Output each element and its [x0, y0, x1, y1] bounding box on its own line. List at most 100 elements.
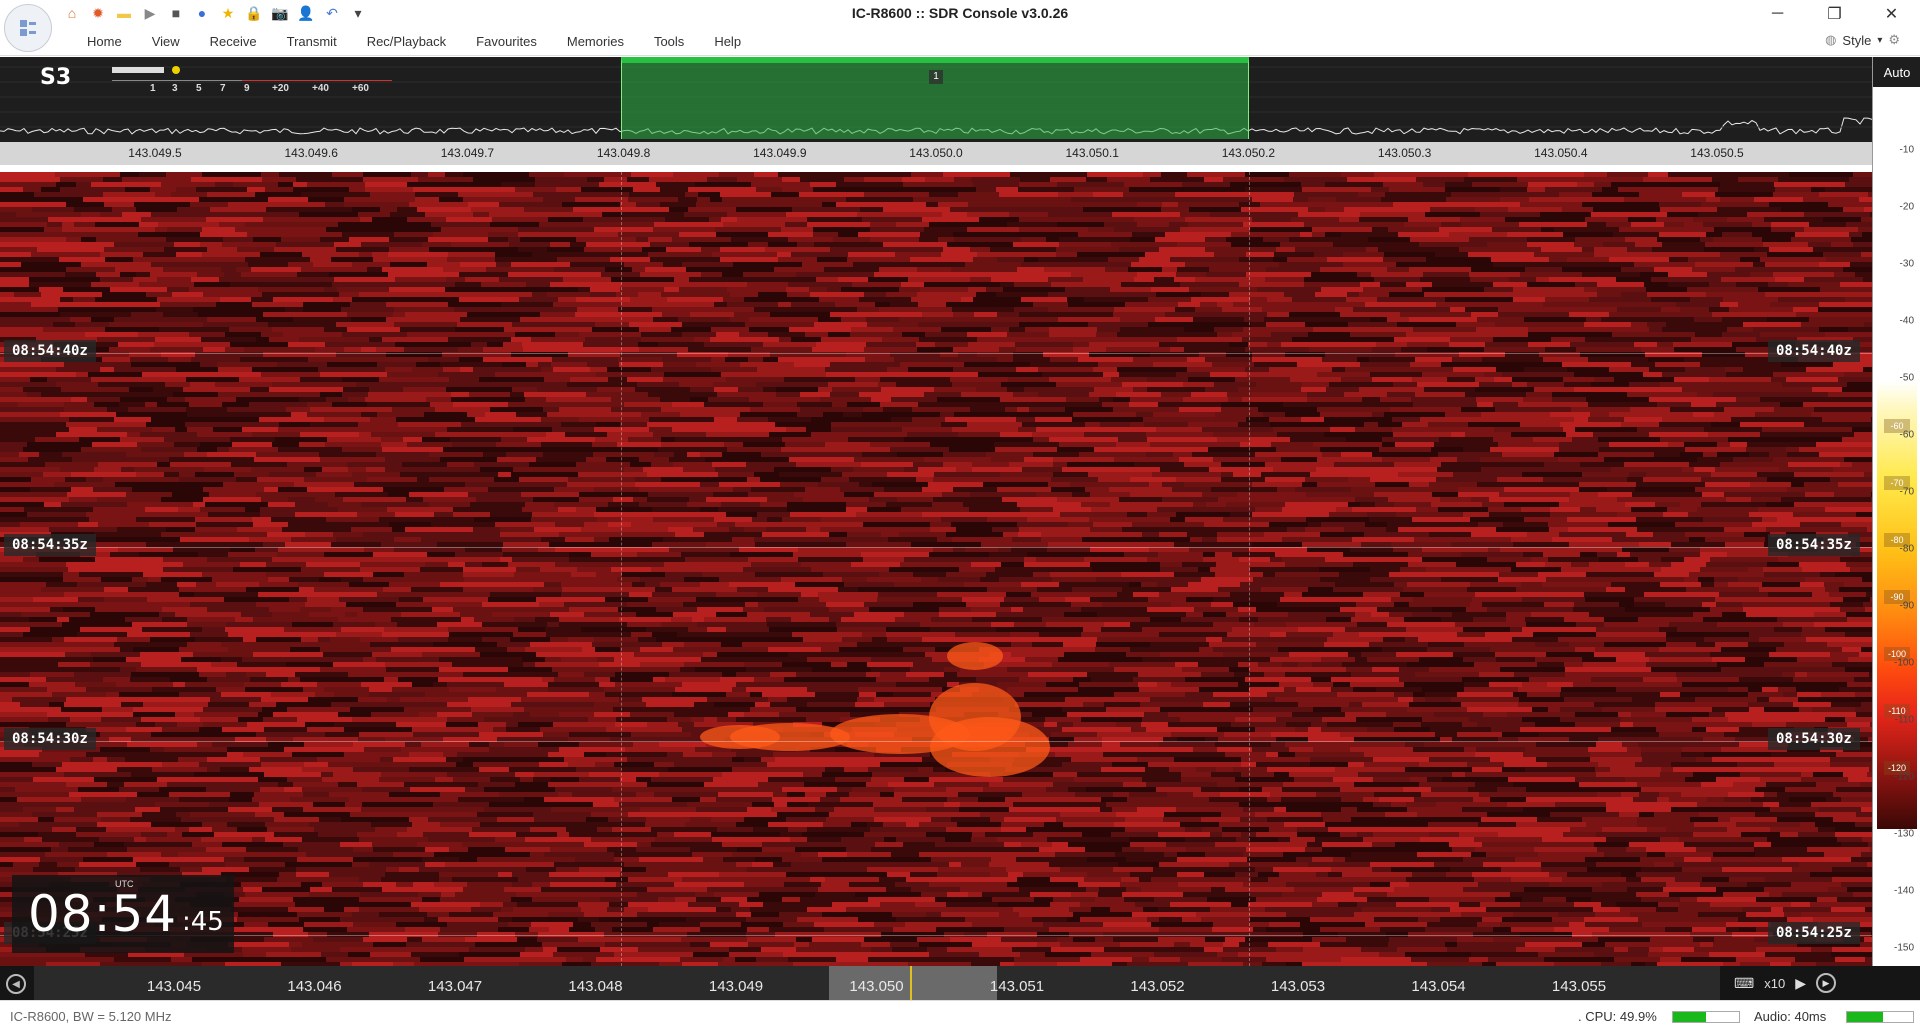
scroll-right-button[interactable]: ▶ [1815, 973, 1836, 993]
minimize-button[interactable]: ─ [1749, 0, 1806, 28]
level-tick: -110 [1894, 714, 1914, 726]
camera-icon[interactable]: 📷 [270, 3, 290, 23]
clock-hours-minutes: 08:54 [28, 885, 178, 943]
settings-gear-icon[interactable]: ⚙ [1888, 32, 1900, 48]
utc-clock: UTC 08:54:45 [12, 875, 234, 953]
zoom-level[interactable]: x10 [1764, 976, 1785, 991]
s-meter-reading: S3 [40, 65, 72, 90]
spectrum-frequency-label: 143.050.1 [1065, 146, 1119, 160]
cpu-meter-fill [1673, 1012, 1706, 1022]
menu-home[interactable]: Home [72, 34, 137, 49]
time-tag-right: 08:54:30z [1768, 728, 1860, 750]
menu-receive[interactable]: Receive [195, 34, 272, 49]
frequency-label: 143.050 [849, 978, 904, 995]
time-grid-line [0, 547, 1872, 548]
menu-tools[interactable]: Tools [639, 34, 699, 49]
s-meter-tick: +40 [312, 83, 329, 94]
keyboard-icon[interactable]: ⌨ [1734, 975, 1754, 992]
zoom-right-arrow-icon[interactable]: ▶ [1795, 975, 1806, 992]
menu-view[interactable]: View [137, 34, 195, 49]
spectrum-display[interactable]: S3 1 3 5 7 9 +20 +40 +60 1 143.049.5 143.049.6 14… [0, 57, 1872, 165]
s-meter-tick: 9 [244, 83, 250, 94]
frequency-bar: ◀ 143.045 143.046 143.047 143.048 143.049 143… [0, 966, 1920, 1000]
scroll-left-button[interactable]: ◀ [6, 974, 26, 994]
style-menu[interactable]: ◍ Style ▾ ⚙ [1825, 32, 1900, 48]
level-tick: -100 [1893, 657, 1914, 669]
user-icon[interactable]: 👤 [296, 3, 316, 23]
spectrum-frequency-label: 143.050.5 [1690, 146, 1744, 160]
s-meter-bar [112, 67, 164, 73]
app-menu-orb[interactable] [4, 4, 52, 52]
style-label: Style [1842, 32, 1872, 48]
restore-button[interactable]: ❐ [1806, 0, 1863, 28]
customize-icon[interactable]: ▾ [348, 3, 368, 23]
frequency-track[interactable]: 143.045 143.046 143.047 143.048 143.049 143.0… [34, 966, 1720, 1000]
spectrum-frequency-label: 143.049.8 [596, 146, 651, 160]
menu-transmit[interactable]: Transmit [272, 34, 352, 49]
vfo-marker[interactable]: 1 [929, 70, 943, 84]
stop-icon[interactable]: ■ [166, 3, 186, 23]
signal-trace [830, 714, 970, 754]
home-icon[interactable]: ⌂ [62, 3, 82, 23]
frequency-label: 143.054 [1411, 978, 1466, 995]
s-meter-scale: 1 3 5 7 9 +20 +40 +60 [112, 61, 392, 101]
spectrum-frequency-ruler: 143.049.5 143.049.6 143.049.7 143.049.8 143.… [0, 142, 1872, 165]
filter-edge-left [621, 172, 622, 966]
menu-bar: Home View Receive Transmit Rec/Playback … [0, 28, 1920, 56]
waterfall-display[interactable]: 08:54:40z 08:54:40z 08:54:35z 08:54:35z 08:5… [0, 172, 1872, 966]
cpu-meter [1672, 1011, 1740, 1023]
level-tick: -90 [1899, 600, 1914, 612]
frequency-bar-controls: ⌨ x10 ▶ ▶ [1720, 966, 1920, 1000]
level-tick: -80 [1899, 543, 1914, 555]
time-tag-left: 08:54:30z [4, 728, 96, 750]
level-scale[interactable]: Auto -60 -70 -80 -90 -100 -110 -120 -10 -20 -30 -… [1872, 57, 1920, 1000]
level-tick: -30 [1899, 258, 1914, 270]
auto-level-button[interactable]: Auto [1873, 57, 1920, 87]
spectrum-frequency-label: 143.049.9 [753, 146, 807, 160]
filter-edge-right [1249, 172, 1250, 966]
spectrum-frequency-label: 143.050.0 [909, 146, 963, 160]
play-icon[interactable]: ▶ [140, 3, 160, 23]
spectrum-frequency-label: 143.049.7 [440, 146, 495, 160]
audio-status: Audio: 40ms [1754, 1009, 1827, 1024]
level-tick: -130 [1893, 828, 1914, 840]
s-meter-tick: 5 [196, 83, 202, 94]
time-tag-right: 08:54:25z [1768, 922, 1860, 944]
time-tag-right: 08:54:40z [1768, 340, 1860, 362]
s-meter-tick: +20 [272, 83, 289, 94]
record-icon[interactable]: ● [192, 3, 212, 23]
spectrum-frequency-label: 143.050.2 [1221, 146, 1276, 160]
s-meter-over-line [242, 80, 392, 81]
s-meter-tick: 7 [220, 83, 226, 94]
title-bar: ⌂ ✹ ▬ ▶ ■ ● ★ 🔒 📷 👤 ↶ ▾ IC-R8600 :: SDR Console v3.… [0, 0, 1920, 52]
menu-memories[interactable]: Memories [552, 34, 639, 49]
quick-access-toolbar: ⌂ ✹ ▬ ▶ ■ ● ★ 🔒 📷 👤 ↶ ▾ [62, 3, 368, 23]
spectrum-frequency-label: 143.050.4 [1534, 146, 1588, 160]
folder-icon[interactable]: ▬ [114, 3, 134, 23]
menu-help[interactable]: Help [699, 34, 756, 49]
frequency-label: 143.047 [427, 978, 483, 995]
style-icon: ◍ [1825, 32, 1837, 47]
waterfall-noise [0, 172, 1872, 966]
close-button[interactable]: ✕ [1863, 0, 1920, 28]
level-tick: -120 [1893, 771, 1914, 783]
spectrum-frequency-label: 143.049.6 [284, 146, 338, 160]
time-tag-right: 08:54:35z [1768, 534, 1860, 556]
audio-meter-fill [1847, 1012, 1884, 1022]
level-tick: -10 [1899, 144, 1914, 156]
level-tick: -60 [1899, 429, 1914, 441]
menu-rec-playback[interactable]: Rec/Playback [352, 34, 461, 49]
time-tag-left: 08:54:40z [4, 340, 96, 362]
s-meter-tick: +60 [352, 83, 369, 94]
favourite-icon[interactable]: ★ [218, 3, 238, 23]
radio-icon[interactable]: ✹ [88, 3, 108, 23]
menu-favourites[interactable]: Favourites [461, 34, 552, 49]
signal-trace [947, 642, 1003, 670]
lock-icon[interactable]: 🔒 [244, 3, 264, 23]
undo-icon[interactable]: ↶ [322, 3, 342, 23]
cpu-status: . CPU: 49.9% [1578, 1009, 1657, 1024]
level-tick: -20 [1899, 201, 1914, 213]
tuning-cursor[interactable] [910, 966, 912, 1000]
level-tick: -150 [1893, 942, 1914, 954]
spectrum-frequency-label: 143.049.5 [128, 146, 182, 160]
